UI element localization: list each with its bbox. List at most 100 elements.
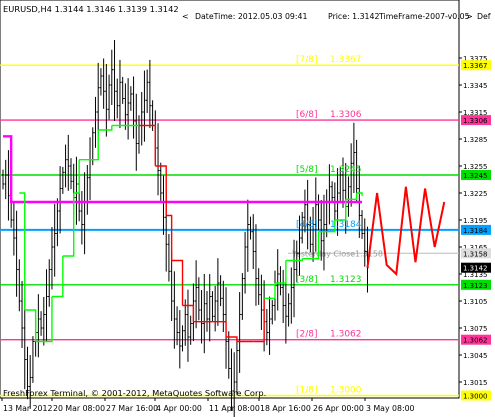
candle xyxy=(290,267,293,324)
x-tick-label: 11 Apr 08:00 xyxy=(209,404,260,413)
candle xyxy=(276,249,279,311)
candle xyxy=(53,203,56,277)
price-tag-text: 1.3184 xyxy=(463,227,488,235)
price-tag-text: 1.3245 xyxy=(463,172,488,180)
trailing-stop-line xyxy=(24,309,37,342)
murrey-level-value: 1.3306 xyxy=(330,110,362,120)
x-tick-label: 18 Apr 16:00 xyxy=(260,404,311,413)
scroll-right-button[interactable]: > xyxy=(466,12,473,21)
price-tag-text: 1.3142 xyxy=(463,265,488,273)
candle xyxy=(67,134,70,191)
candle xyxy=(61,166,65,194)
murrey-level-label: [3/8] xyxy=(296,275,318,285)
price-tag-text: 1.3158 xyxy=(463,250,488,258)
candle xyxy=(254,224,258,306)
x-tick-label: 4 Apr 00:00 xyxy=(156,404,202,413)
candle xyxy=(317,194,320,231)
candle xyxy=(118,59,122,129)
candle xyxy=(140,92,143,146)
y-tick-label: 1.3015 xyxy=(463,379,488,387)
candle xyxy=(29,355,32,409)
y-tick-label: 1.3105 xyxy=(463,298,488,306)
candle xyxy=(170,251,173,321)
murrey-levels xyxy=(0,64,459,397)
candle xyxy=(241,273,244,320)
candle xyxy=(105,64,108,137)
candle xyxy=(200,290,203,344)
candle xyxy=(97,62,100,137)
candle xyxy=(230,348,233,411)
candle xyxy=(4,159,7,200)
price-tag-text: 1.3367 xyxy=(463,62,488,70)
candle xyxy=(186,289,190,362)
timeframe-text: TimeFrame-2007-v0.05 xyxy=(378,12,470,21)
candle xyxy=(31,336,35,383)
candle xyxy=(246,199,249,272)
candle xyxy=(126,78,130,140)
candle xyxy=(271,300,274,325)
candle xyxy=(203,274,206,354)
price-chart[interactable]: Yesterday Close 1.3158 [7/8] 1.3367 [6/8] 1.… xyxy=(0,0,495,417)
candle xyxy=(162,175,165,235)
candle xyxy=(330,181,334,203)
scroll-left-button[interactable]: < xyxy=(182,12,189,21)
candle xyxy=(213,285,217,332)
candle xyxy=(227,331,230,379)
candle xyxy=(148,59,152,129)
candle xyxy=(15,210,18,297)
murrey-level-label: [7/8] xyxy=(296,55,318,65)
candle xyxy=(219,275,222,307)
murrey-level-label: [6/8] xyxy=(296,110,318,120)
candle xyxy=(352,122,356,193)
candle xyxy=(252,214,255,270)
candle xyxy=(135,93,138,171)
murrey-level-value: 1.3367 xyxy=(330,55,362,65)
candle xyxy=(37,294,40,358)
candle xyxy=(88,137,92,201)
candle xyxy=(107,74,111,120)
murrey-level-value: 1.3123 xyxy=(330,275,362,285)
candle xyxy=(39,311,43,336)
candle xyxy=(260,274,263,330)
candle xyxy=(173,271,176,349)
candle xyxy=(132,76,135,139)
price-tag-text: 1.3000 xyxy=(463,393,488,401)
candle xyxy=(143,70,146,142)
y-tick-label: 1.3345 xyxy=(463,82,488,90)
candle xyxy=(137,115,141,154)
candle xyxy=(159,162,162,201)
candle xyxy=(129,86,133,111)
candle xyxy=(56,198,59,247)
trailing-stop-line xyxy=(98,125,113,131)
candle xyxy=(121,76,124,104)
murrey-level-value: 1.3062 xyxy=(330,330,362,340)
candle xyxy=(197,277,201,321)
watermark-text: FreshForex Terminal, © 2001-2012, MetaQu… xyxy=(3,388,266,398)
y-tick-label: 1.3225 xyxy=(463,190,488,198)
chart-window[interactable]: Yesterday Close 1.3158 [7/8] 1.3367 [6/8] 1.… xyxy=(0,0,495,417)
candle xyxy=(69,158,73,190)
candle xyxy=(23,298,26,390)
y-tick-label: 1.3285 xyxy=(463,136,488,144)
murrey-level-value: 1.3245 xyxy=(330,165,362,175)
candle xyxy=(58,166,62,234)
yesterday-close: Yesterday Close 1.3158 xyxy=(288,249,459,258)
candle xyxy=(211,291,214,322)
candle xyxy=(194,260,198,329)
candle xyxy=(110,49,113,105)
symbol-ohlc-text: EURUSD,H4 1.3144 1.3146 1.3139 1.3142 xyxy=(3,4,179,14)
trailing-stop-line xyxy=(171,259,184,306)
candle xyxy=(216,258,220,326)
trailing-stop-line xyxy=(51,256,64,298)
y-tick-label: 1.3075 xyxy=(463,325,488,333)
candle xyxy=(268,296,271,355)
murrey-level-value: 1.3184 xyxy=(330,220,362,230)
candle xyxy=(181,325,184,352)
candle xyxy=(48,259,51,307)
candle xyxy=(124,83,127,130)
murrey-level-labels: [7/8] 1.3367 [6/8] 1.3306 [5/8] 1.3245 [4/8] 1.… xyxy=(296,55,362,395)
candle xyxy=(42,296,45,346)
candle xyxy=(189,315,192,345)
murrey-level-label: [4/8] xyxy=(296,220,318,230)
candle xyxy=(75,156,78,225)
